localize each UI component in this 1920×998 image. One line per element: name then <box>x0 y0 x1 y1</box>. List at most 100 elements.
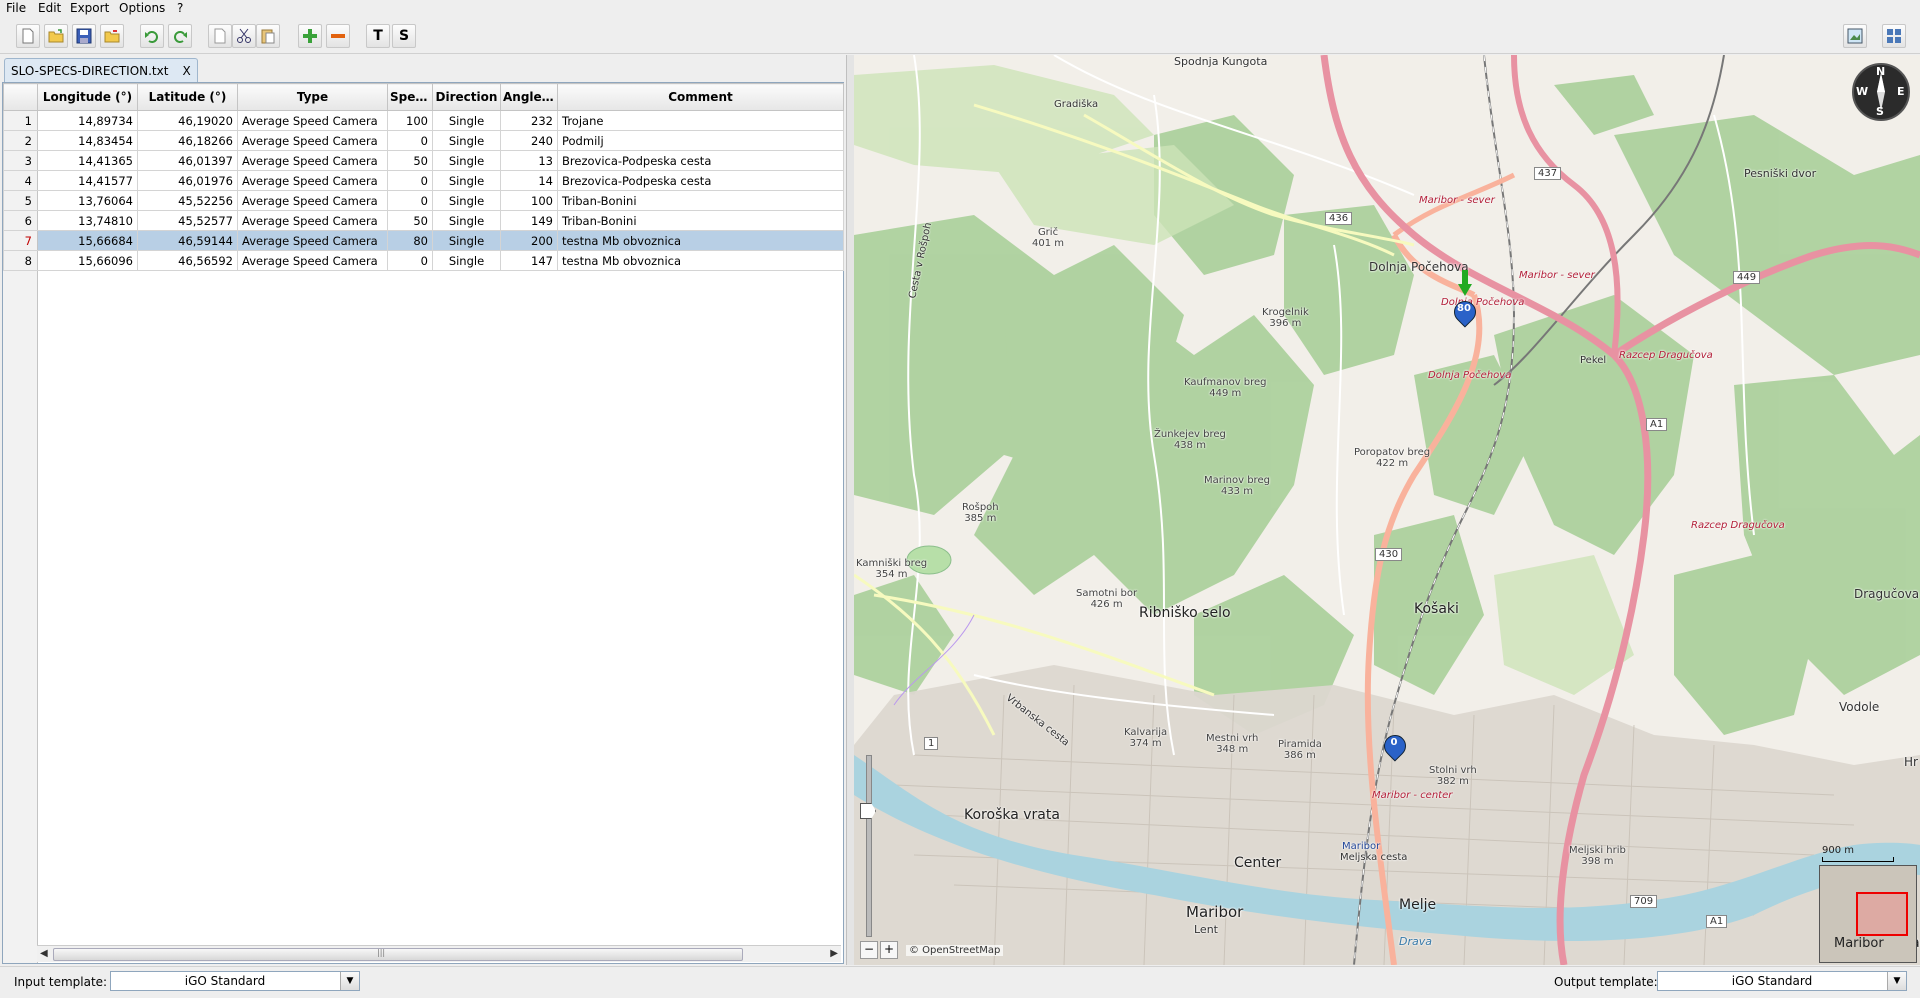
cell-latitude[interactable]: 45,52577 <box>137 210 238 231</box>
cell-type[interactable]: Average Speed Camera <box>237 150 388 171</box>
cell-type[interactable]: Average Speed Camera <box>237 190 388 211</box>
chevron-down-icon[interactable]: ▼ <box>1887 972 1906 990</box>
cell-longitude[interactable]: 14,89734 <box>37 110 138 131</box>
paste-button[interactable] <box>256 24 280 48</box>
cell-speed[interactable]: 80 <box>387 230 433 251</box>
cell-latitude[interactable]: 46,18266 <box>137 130 238 151</box>
chevron-down-icon[interactable]: ▼ <box>340 972 359 990</box>
column-header-direction[interactable]: Direction <box>432 83 501 111</box>
cell-angle[interactable]: 147 <box>500 250 558 271</box>
cell-longitude[interactable]: 13,76064 <box>37 190 138 211</box>
cell-latitude[interactable]: 45,52256 <box>137 190 238 211</box>
zoom-slider-track[interactable] <box>866 755 872 937</box>
cell-comment[interactable]: Podmilj <box>557 130 844 151</box>
cell-speed[interactable]: 0 <box>387 250 433 271</box>
column-header-longitude[interactable]: Longitude (°) <box>37 83 138 111</box>
table-row[interactable]: 4 14,41577 46,01976 Average Speed Camera… <box>3 170 844 191</box>
cell-longitude[interactable]: 13,74810 <box>37 210 138 231</box>
cell-speed[interactable]: 0 <box>387 190 433 211</box>
export-button[interactable] <box>100 24 124 48</box>
cell-type[interactable]: Average Speed Camera <box>237 230 388 251</box>
horizontal-scrollbar[interactable]: ◀ ||| ▶ <box>37 945 841 962</box>
input-template-select[interactable]: iGO Standard ▼ <box>110 971 360 991</box>
cell-speed[interactable]: 0 <box>387 170 433 191</box>
column-header-comment[interactable]: Comment <box>557 83 844 111</box>
cell-latitude[interactable]: 46,19020 <box>137 110 238 131</box>
cell-angle[interactable]: 14 <box>500 170 558 191</box>
text-mode-button[interactable]: T <box>366 24 390 48</box>
column-header-latitude[interactable]: Latitude (°) <box>137 83 238 111</box>
cell-latitude[interactable]: 46,56592 <box>137 250 238 271</box>
cell-speed[interactable]: 100 <box>387 110 433 131</box>
compass-rose[interactable]: N S E W <box>1852 63 1910 121</box>
overview-minimap[interactable]: Maribor <box>1819 865 1917 963</box>
output-template-select[interactable]: iGO Standard ▼ <box>1657 971 1907 991</box>
table-row[interactable]: 2 14,83454 46,18266 Average Speed Camera… <box>3 130 844 151</box>
cell-longitude[interactable]: 15,66096 <box>37 250 138 271</box>
cell-longitude[interactable]: 14,41365 <box>37 150 138 171</box>
save-button[interactable] <box>72 24 96 48</box>
table-row[interactable]: 8 15,66096 46,56592 Average Speed Camera… <box>3 250 844 271</box>
cell-comment[interactable]: Triban-Bonini <box>557 190 844 211</box>
cell-direction[interactable]: Single <box>432 230 501 251</box>
scrollbar-thumb[interactable] <box>53 948 743 961</box>
cell-type[interactable]: Average Speed Camera <box>237 130 388 151</box>
cell-direction[interactable]: Single <box>432 190 501 211</box>
scroll-left-icon[interactable]: ◀ <box>40 948 48 959</box>
cell-direction[interactable]: Single <box>432 130 501 151</box>
camera-marker[interactable]: 0 <box>1379 730 1411 765</box>
cell-direction[interactable]: Single <box>432 250 501 271</box>
menu-edit[interactable]: Edit <box>36 1 63 15</box>
new-file-button[interactable] <box>16 24 40 48</box>
undo-button[interactable] <box>140 24 164 48</box>
cell-type[interactable]: Average Speed Camera <box>237 110 388 131</box>
cell-direction[interactable]: Single <box>432 210 501 231</box>
cell-speed[interactable]: 0 <box>387 130 433 151</box>
layout-grid-button[interactable] <box>1882 24 1906 48</box>
redo-button[interactable] <box>168 24 192 48</box>
remove-row-button[interactable] <box>326 24 350 48</box>
column-header-type[interactable]: Type <box>237 83 388 111</box>
cut-button[interactable] <box>232 24 256 48</box>
menu-file[interactable]: File <box>4 1 28 15</box>
table-row[interactable]: 1 14,89734 46,19020 Average Speed Camera… <box>3 110 844 131</box>
cell-angle[interactable]: 149 <box>500 210 558 231</box>
cell-latitude[interactable]: 46,01397 <box>137 150 238 171</box>
menu-help[interactable]: ? <box>175 1 185 15</box>
zoom-out-button[interactable]: − <box>860 941 878 959</box>
menu-export[interactable]: Export <box>68 1 111 15</box>
cell-comment[interactable]: testna Mb obvoznica <box>557 230 844 251</box>
cell-longitude[interactable]: 14,41577 <box>37 170 138 191</box>
cell-angle[interactable]: 232 <box>500 110 558 131</box>
column-header-angle[interactable]: Angle (°) <box>500 83 558 111</box>
table-row[interactable]: 5 13,76064 45,52256 Average Speed Camera… <box>3 190 844 211</box>
cell-comment[interactable]: Triban-Bonini <box>557 210 844 231</box>
copy-button[interactable] <box>208 24 232 48</box>
cell-angle[interactable]: 13 <box>500 150 558 171</box>
cell-latitude[interactable]: 46,59144 <box>137 230 238 251</box>
cell-speed[interactable]: 50 <box>387 210 433 231</box>
map-image-button[interactable] <box>1843 24 1867 48</box>
cell-speed[interactable]: 50 <box>387 150 433 171</box>
camera-marker-selected[interactable]: 80 <box>1449 296 1481 331</box>
cell-latitude[interactable]: 46,01976 <box>137 170 238 191</box>
cell-direction[interactable]: Single <box>432 110 501 131</box>
cell-comment[interactable]: Brezovica-Podpeska cesta <box>557 150 844 171</box>
scroll-right-icon[interactable]: ▶ <box>830 948 838 959</box>
cell-direction[interactable]: Single <box>432 170 501 191</box>
cell-angle[interactable]: 100 <box>500 190 558 211</box>
menu-options[interactable]: Options <box>117 1 167 15</box>
cell-direction[interactable]: Single <box>432 150 501 171</box>
settings-mode-button[interactable]: S <box>392 24 416 48</box>
table-row-selected[interactable]: 7 15,66684 46,59144 Average Speed Camera… <box>3 230 844 251</box>
cell-comment[interactable]: Brezovica-Podpeska cesta <box>557 170 844 191</box>
cell-angle[interactable]: 200 <box>500 230 558 251</box>
cell-longitude[interactable]: 14,83454 <box>37 130 138 151</box>
map-view[interactable]: Spodnja Kungota Gradiška Pesniški dvor M… <box>854 55 1920 965</box>
cell-longitude[interactable]: 15,66684 <box>37 230 138 251</box>
cell-type[interactable]: Average Speed Camera <box>237 170 388 191</box>
table-row[interactable]: 6 13,74810 45,52577 Average Speed Camera… <box>3 210 844 231</box>
open-button[interactable] <box>44 24 68 48</box>
minimap-viewport[interactable] <box>1856 892 1908 936</box>
cell-type[interactable]: Average Speed Camera <box>237 250 388 271</box>
